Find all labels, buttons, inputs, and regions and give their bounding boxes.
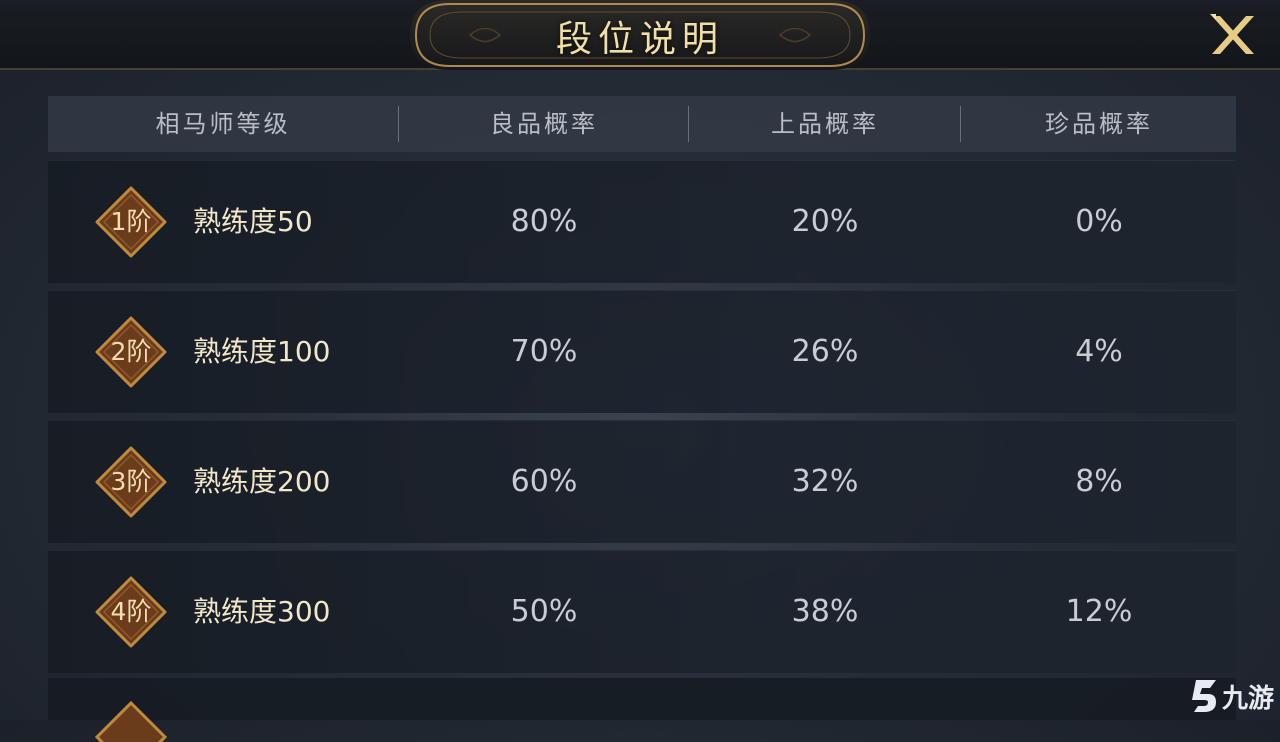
table-row-partial xyxy=(48,678,1236,742)
rank-badge: 3阶 xyxy=(94,445,168,519)
rank-badge: 1阶 xyxy=(94,185,168,259)
table-header: 相马师等级 良品概率 上品概率 珍品概率 xyxy=(48,96,1236,152)
header-fine-rate: 上品概率 xyxy=(771,110,879,138)
watermark-text: 九游 xyxy=(1222,684,1275,714)
close-button[interactable] xyxy=(1206,10,1260,60)
good-rate: 60% xyxy=(510,464,578,499)
dialog-title: 段位说明 xyxy=(555,19,724,60)
good-rate: 80% xyxy=(510,204,578,239)
table-row: 4阶 熟练度300 50% 38% 12% xyxy=(48,550,1236,673)
fine-rate: 20% xyxy=(791,204,859,239)
header-divider xyxy=(398,106,399,142)
close-icon xyxy=(1210,14,1254,54)
rare-rate: 8% xyxy=(1075,464,1123,499)
rank-badge: 2阶 xyxy=(94,315,168,389)
nineyou-logo-icon xyxy=(1192,680,1216,712)
good-rate: 70% xyxy=(510,334,578,369)
fine-rate: 26% xyxy=(791,334,859,369)
good-rate: 50% xyxy=(510,594,578,629)
rank-badge-label: 2阶 xyxy=(110,337,152,366)
diamond-badge-icon xyxy=(94,700,168,742)
header-divider xyxy=(960,106,961,142)
fine-rate: 38% xyxy=(791,594,859,629)
title-plate: 段位说明 xyxy=(410,0,870,70)
rank-badge: 4阶 xyxy=(94,575,168,649)
table-row: 2阶 熟练度100 70% 26% 4% xyxy=(48,290,1236,413)
proficiency-level: 熟练度300 xyxy=(193,595,331,628)
rank-badge-label: 3阶 xyxy=(110,467,152,496)
header-rare-rate: 珍品概率 xyxy=(1045,110,1153,138)
rare-rate: 12% xyxy=(1065,594,1133,629)
rare-rate: 4% xyxy=(1075,334,1123,369)
rare-rate: 0% xyxy=(1075,204,1123,239)
proficiency-level: 熟练度200 xyxy=(193,465,331,498)
watermark: 九游 xyxy=(1188,674,1280,716)
proficiency-level: 熟练度100 xyxy=(193,335,331,368)
header-level: 相马师等级 xyxy=(155,110,291,138)
rank-badge-label: 4阶 xyxy=(110,597,152,626)
proficiency-level: 熟练度50 xyxy=(193,205,313,238)
table-row: 1阶 熟练度50 80% 20% 0% xyxy=(48,160,1236,283)
fine-rate: 32% xyxy=(791,464,859,499)
rank-badge-label: 1阶 xyxy=(110,207,152,236)
header-divider xyxy=(688,106,689,142)
table-row: 3阶 熟练度200 60% 32% 8% xyxy=(48,420,1236,543)
header-good-rate: 良品概率 xyxy=(490,110,598,138)
